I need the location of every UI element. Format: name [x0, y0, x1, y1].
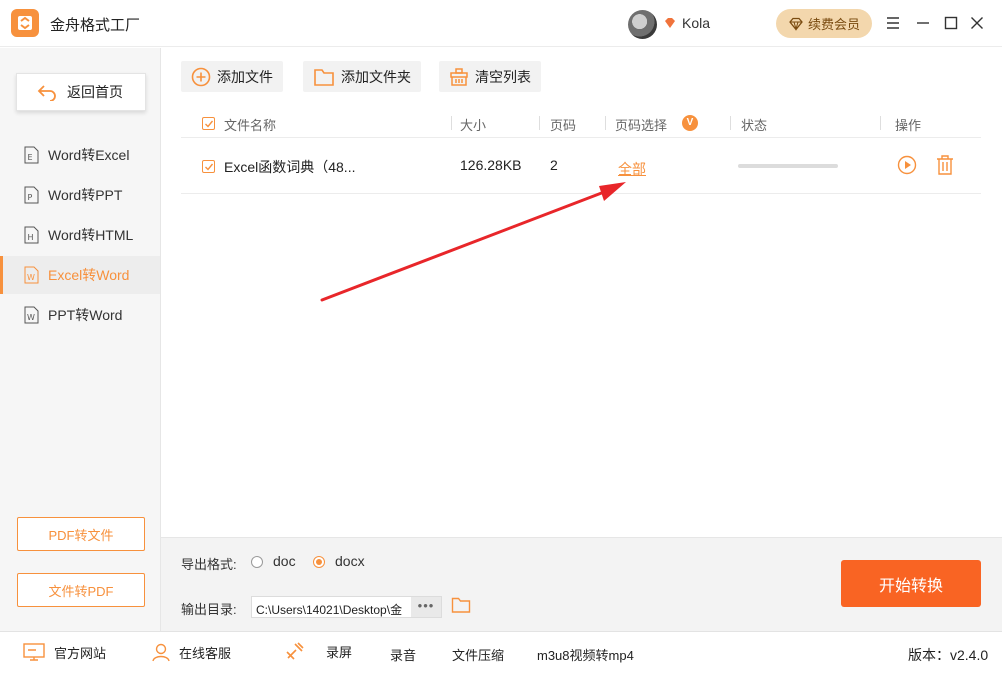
page-count: 2 [550, 157, 558, 173]
maximize-icon[interactable] [942, 14, 960, 32]
file-name: Excel函数词典（48... [224, 159, 356, 175]
sidebar-item-excel-to-word[interactable]: W Excel转Word [0, 256, 160, 294]
version-info: 版本： v2.4.0 [908, 645, 988, 665]
clear-basket-icon [450, 67, 468, 86]
output-dir-label: 输出目录: [181, 602, 237, 617]
online-service-label: 在线客服 [179, 645, 232, 661]
audio-record-link[interactable]: 录音 [390, 645, 416, 664]
conversion-progress-bar [738, 164, 838, 168]
svg-text:W: W [27, 273, 35, 282]
sidebar-item-word-to-html[interactable]: H Word转HTML [0, 216, 160, 254]
svg-text:H: H [28, 233, 34, 242]
add-file-label: 添加文件 [217, 68, 273, 85]
header-page-select: 页码选择 [615, 118, 668, 133]
add-file-button[interactable]: 添加文件 [181, 61, 283, 92]
official-site-link[interactable]: 官方网站 [22, 642, 106, 662]
format-radio-doc[interactable] [251, 556, 263, 568]
trash-icon[interactable] [935, 154, 955, 176]
format-option-docx[interactable]: docx [335, 553, 365, 569]
home-button[interactable]: 返回首页 [16, 73, 146, 111]
header-file-name: 文件名称 [224, 118, 277, 133]
file-compress-link[interactable]: 文件压缩 [452, 645, 504, 664]
diamond-icon [789, 17, 803, 31]
renew-label: 续费会员 [807, 17, 860, 32]
official-site-label: 官方网站 [54, 645, 107, 661]
home-button-label: 返回首页 [67, 84, 123, 100]
header-actions: 操作 [895, 118, 922, 133]
header-divider [451, 116, 452, 130]
status-bar: 官方网站 在线客服 录屏 录音 文件压缩 m3u8视频转mp4 版本： v2.4… [0, 631, 1002, 673]
word-doc-icon: P [24, 186, 39, 204]
add-folder-label: 添加文件夹 [341, 68, 411, 85]
table-row: Excel函数词典（48... 126.28KB 2 全部 [181, 139, 981, 194]
open-folder-icon[interactable] [451, 596, 471, 614]
sidebar-item-label: Word转HTML [48, 227, 134, 243]
header-pages: 页码 [550, 118, 577, 133]
add-folder-button[interactable]: 添加文件夹 [303, 61, 421, 92]
select-all-checkbox[interactable] [202, 117, 215, 130]
page-select-link[interactable]: 全部 [618, 159, 646, 179]
header-divider [605, 116, 606, 130]
plus-circle-icon [191, 67, 211, 86]
browse-more-button[interactable]: ••• [411, 597, 441, 617]
header-status: 状态 [741, 118, 768, 133]
header-divider [730, 116, 731, 130]
sidebar-item-label: Excel转Word [48, 267, 130, 283]
online-service-link[interactable]: 在线客服 [151, 642, 231, 662]
header-divider [539, 116, 540, 130]
ppt-doc-icon: W [24, 306, 39, 324]
play-icon[interactable] [897, 155, 917, 175]
version-label: 版本： [908, 647, 950, 663]
output-settings-panel: 导出格式: doc docx 输出目录: C:\Users\14021\Desk… [161, 537, 1002, 631]
clear-list-label: 清空列表 [475, 68, 531, 85]
app-logo-icon [11, 9, 39, 37]
start-convert-button[interactable]: 开始转换 [841, 560, 981, 607]
format-option-doc[interactable]: doc [273, 553, 296, 569]
word-doc-icon: H [24, 226, 39, 244]
format-radio-docx[interactable] [313, 556, 325, 568]
menu-icon[interactable] [884, 14, 902, 32]
sidebar-item-ppt-to-word[interactable]: W PPT转Word [0, 296, 160, 334]
screen-record-label: 录屏 [326, 644, 353, 660]
sidebar-item-word-to-excel[interactable]: E Word转Excel [0, 136, 160, 174]
export-format-label: 导出格式: [181, 557, 237, 572]
checkmark-icon [205, 163, 214, 171]
file-to-pdf-button[interactable]: 文件转PDF [17, 573, 145, 607]
avatar[interactable] [628, 10, 657, 39]
vip-badge-icon: V [682, 115, 698, 131]
screen-record-link[interactable]: 录屏 [284, 640, 352, 662]
minimize-icon[interactable] [914, 14, 932, 32]
renew-membership-button[interactable]: 续费会员 [776, 9, 872, 38]
row-checkbox[interactable] [202, 160, 215, 173]
sidebar-item-label: Word转Excel [48, 147, 130, 163]
header-divider [880, 116, 881, 130]
svg-text:E: E [28, 153, 33, 162]
sidebar: 返回首页 E Word转Excel P Word转PPT H Word转HTML… [0, 48, 161, 631]
svg-text:P: P [28, 193, 33, 202]
word-doc-icon: E [24, 146, 39, 164]
svg-text:W: W [27, 313, 35, 322]
monitor-icon [23, 643, 45, 661]
m3u8-convert-link[interactable]: m3u8视频转mp4 [537, 645, 634, 664]
header-size: 大小 [460, 118, 487, 133]
pdf-to-file-button[interactable]: PDF转文件 [17, 517, 145, 551]
app-title: 金舟格式工厂 [50, 17, 141, 34]
version-value: v2.4.0 [950, 647, 989, 663]
folder-icon [314, 68, 334, 86]
title-bar: 金舟格式工厂 Kola 续费会员 [0, 0, 1002, 47]
excel-doc-icon: W [24, 266, 39, 284]
file-size: 126.28KB [460, 157, 522, 173]
vip-diamond-icon [665, 18, 675, 28]
checkmark-icon [205, 120, 214, 128]
user-service-icon [152, 643, 170, 662]
sidebar-item-label: Word转PPT [48, 187, 123, 203]
username[interactable]: Kola [682, 15, 710, 31]
back-arrow-icon [37, 85, 56, 101]
close-icon[interactable] [968, 14, 986, 32]
sidebar-item-label: PPT转Word [48, 307, 123, 323]
tools-icon [286, 642, 304, 660]
table-header: 文件名称 大小 页码 页码选择 V 状态 操作 [181, 108, 981, 138]
clear-list-button[interactable]: 清空列表 [439, 61, 541, 92]
sidebar-item-word-to-ppt[interactable]: P Word转PPT [0, 176, 160, 214]
